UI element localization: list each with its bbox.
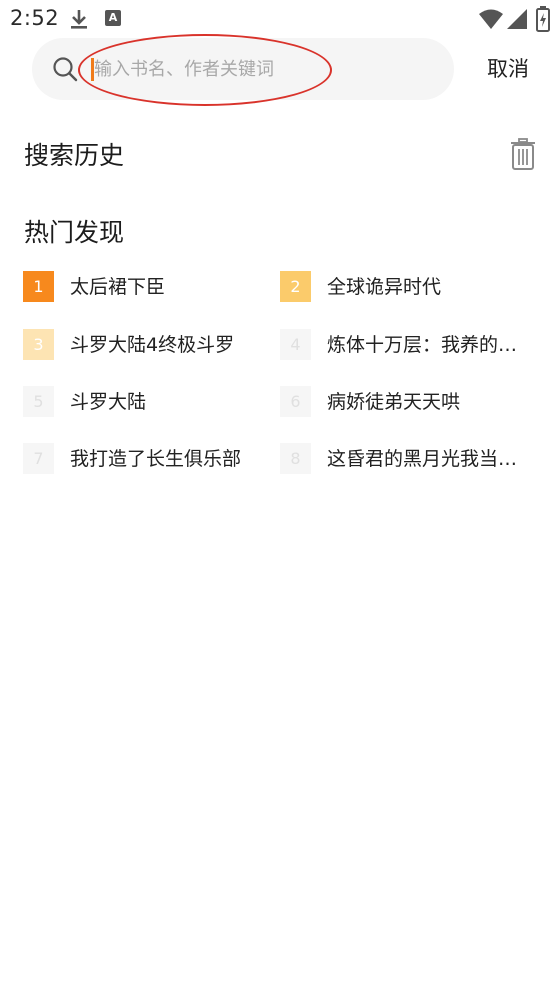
book-title: 太后裙下臣 [70, 276, 166, 298]
book-title: 斗罗大陆4终极斗罗 [70, 334, 235, 356]
trash-icon[interactable] [510, 138, 536, 170]
hot-item[interactable]: 2 全球诡异时代 [280, 271, 540, 303]
search-icon [52, 56, 78, 82]
hot-item[interactable]: 6 病娇徒弟天天哄 [280, 386, 540, 418]
status-time: 2:52 [10, 6, 60, 30]
rank-badge: 5 [23, 386, 54, 417]
a-icon: A [105, 10, 121, 26]
search-history-title: 搜索历史 [24, 141, 125, 170]
search-page: 2:52 A 输入书名、作者关键词 取消 搜索历史 热门发现 1 太后裙下臣 2… [0, 0, 560, 995]
rank-badge: 1 [23, 271, 54, 302]
hot-item[interactable]: 5 斗罗大陆 [23, 386, 283, 418]
rank-badge: 4 [280, 329, 311, 360]
signal-icon [506, 8, 528, 34]
hot-item[interactable]: 1 太后裙下臣 [23, 271, 283, 303]
download-icon [69, 8, 89, 34]
rank-badge: 3 [23, 329, 54, 360]
hot-item[interactable]: 4 炼体十万层：我养的狗都是大帝 [280, 329, 540, 361]
book-title: 病娇徒弟天天哄 [327, 391, 461, 413]
wifi-icon [478, 8, 504, 34]
hot-item[interactable]: 8 这昏君的黑月光我当定了 [280, 443, 540, 475]
book-title: 我打造了长生俱乐部 [70, 448, 242, 470]
hot-item[interactable]: 7 我打造了长生俱乐部 [23, 443, 283, 475]
battery-icon [536, 6, 550, 36]
rank-badge: 6 [280, 386, 311, 417]
cancel-button[interactable]: 取消 [478, 50, 538, 88]
status-bar: 2:52 A [0, 0, 560, 36]
rank-badge: 2 [280, 271, 311, 302]
book-title: 炼体十万层：我养的狗都是大帝 [327, 334, 527, 356]
hot-discoveries-title: 热门发现 [24, 218, 125, 247]
search-input[interactable] [90, 52, 434, 86]
text-cursor [91, 58, 94, 81]
search-box[interactable] [32, 38, 454, 100]
hot-item[interactable]: 3 斗罗大陆4终极斗罗 [23, 329, 283, 361]
book-title: 这昏君的黑月光我当定了 [327, 448, 527, 470]
book-title: 斗罗大陆 [70, 391, 147, 413]
rank-badge: 7 [23, 443, 54, 474]
book-title: 全球诡异时代 [327, 276, 442, 298]
rank-badge: 8 [280, 443, 311, 474]
